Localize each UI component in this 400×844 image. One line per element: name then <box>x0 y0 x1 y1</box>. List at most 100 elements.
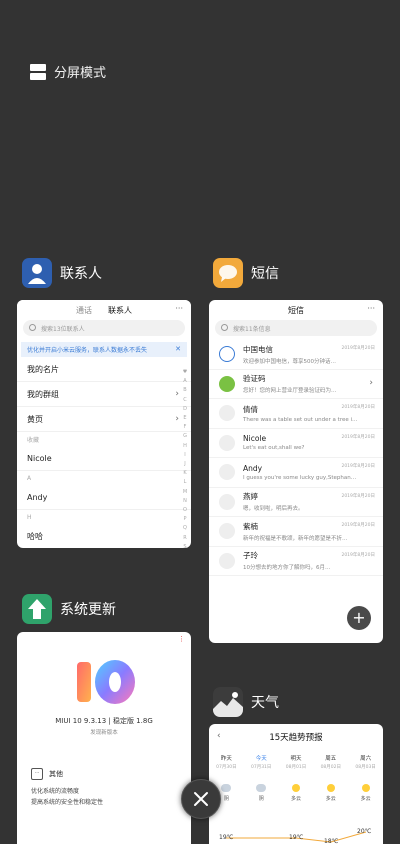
index-letter[interactable]: N <box>181 497 189 506</box>
index-letter[interactable]: ♥ <box>181 368 189 377</box>
updater-app-header[interactable]: 系统更新 <box>22 594 116 624</box>
message-item[interactable]: 紫楠 新年的祝福是不歌颂，新年的愿望是不折… 2019年8月20日 <box>209 517 383 547</box>
changelog-other: ··· 其他 <box>31 768 63 780</box>
row-yellow-pages[interactable]: 黄页 › <box>17 407 191 432</box>
message-preview: 新年的祝福是不歌颂，新年的愿望是不折… <box>243 535 348 542</box>
row-label: 我的名片 <box>27 364 59 374</box>
sms-search-input[interactable]: 搜索11条信息 <box>215 320 377 336</box>
close-icon[interactable]: ✕ <box>175 345 181 353</box>
search-placeholder: 搜索11条信息 <box>233 325 271 333</box>
tab-calls[interactable]: 通话 <box>76 305 92 316</box>
avatar <box>219 493 235 510</box>
changelog-line: 提高系统的安全性和稳定性 <box>31 799 104 806</box>
search-icon <box>29 324 36 331</box>
index-letter[interactable]: Q <box>181 524 189 533</box>
partly-cloudy-icon <box>361 784 370 792</box>
day-condition: 多云 <box>290 796 301 802</box>
message-item[interactable]: 子玲 10分想去的地方你了解你吗，6月… 2019年8月20日 <box>209 547 383 576</box>
index-letter[interactable]: J <box>181 460 189 469</box>
message-item[interactable]: Nicole Let's eat out,shall we? 2019年8月20日 <box>209 429 383 458</box>
message-item[interactable]: 倩倩 There was a table set out under a tree… <box>209 399 383 429</box>
split-screen-button[interactable]: 分屏模式 <box>30 62 106 81</box>
day-date: 08月01日 <box>285 765 307 770</box>
forecast-title: 15天趋势预报 <box>269 733 323 743</box>
index-letter[interactable]: I <box>181 451 189 460</box>
avatar <box>219 523 235 540</box>
day-date: 07月30日 <box>216 765 237 770</box>
index-letter[interactable]: D <box>181 405 189 414</box>
contacts-recent-card[interactable]: 通话 联系人 ··· 搜索13位联系人 优化并开启小米云服务，联系人数据永不丢失… <box>17 300 191 548</box>
sms-app-header[interactable]: 短信 <box>213 258 279 288</box>
more-icon[interactable]: ⋮ <box>178 635 185 643</box>
back-icon[interactable]: ‹ <box>217 731 221 741</box>
forecast-day[interactable]: 今天 07月31日阴 <box>244 754 279 802</box>
weather-recent-card[interactable]: ‹ 15天趋势预报 昨天 07月30日阴今天 07月31日阴明天 08月01日 多云 周五… <box>209 724 383 844</box>
more-icon[interactable]: ··· <box>367 304 375 313</box>
index-letter[interactable]: C <box>181 396 189 405</box>
message-preview: 欢迎参加中国电信，尊享500分钟话… <box>243 358 336 365</box>
index-letter[interactable]: O <box>181 506 189 515</box>
message-item[interactable]: 验证码 您好！您的网上营业厅登录验证码为… › <box>209 370 383 399</box>
message-preview: There was a table set out under a tree i… <box>243 416 358 423</box>
index-letter[interactable]: L <box>181 478 189 487</box>
split-screen-icon <box>30 63 46 80</box>
index-letter[interactable]: R <box>181 534 189 543</box>
close-icon <box>194 792 208 806</box>
index-letter[interactable]: B <box>181 386 189 395</box>
row-my-groups[interactable]: 我的群组 › <box>17 382 191 407</box>
compose-button[interactable]: + <box>347 606 371 630</box>
sms-title-bar: 短信 ··· <box>209 300 383 320</box>
miui-10-logo-icon <box>77 660 135 704</box>
forecast-day[interactable]: 周六 08月03日 多云 <box>348 754 383 802</box>
tab-contacts[interactable]: 联系人 <box>108 305 132 316</box>
day-condition: 阴 <box>258 796 264 802</box>
version-text: MIUI 10 9.3.13 | 稳定版 1.8G <box>55 717 153 725</box>
message-item[interactable]: 中国电信 欢迎参加中国电信，尊享500分钟话… 2019年8月20日 <box>209 340 383 370</box>
avatar <box>219 346 235 363</box>
sms-recent-card[interactable]: 短信 ··· 搜索11条信息 中国电信 欢迎参加中国电信，尊享500分钟话… 201… <box>209 300 383 643</box>
chevron-right-icon: › <box>369 377 373 388</box>
avatar <box>219 434 235 451</box>
contacts-app-name: 联系人 <box>60 266 102 282</box>
sms-title: 短信 <box>288 305 304 315</box>
alphabet-index[interactable]: ♥ABCDEFGHIJKLMNOPQRSTUVWXYZ# <box>181 368 189 548</box>
weather-app-header[interactable]: 天气 <box>213 687 279 717</box>
index-letter[interactable]: G <box>181 432 189 441</box>
contact-item[interactable]: 哈哈 <box>17 524 191 548</box>
message-time: 2019年8月20日 <box>341 405 375 410</box>
partly-cloudy-icon <box>326 784 335 792</box>
contact-item[interactable]: Andy <box>17 485 191 510</box>
index-letter[interactable]: E <box>181 414 189 423</box>
contacts-search-input[interactable]: 搜索13位联系人 <box>23 320 185 336</box>
index-letter[interactable]: H <box>181 442 189 451</box>
forecast-day[interactable]: 明天 08月01日 多云 <box>279 754 314 802</box>
index-letter[interactable]: F <box>181 423 189 432</box>
contacts-app-header[interactable]: 联系人 <box>22 258 102 288</box>
index-letter[interactable]: M <box>181 488 189 497</box>
weather-app-name: 天气 <box>251 695 279 711</box>
avatar <box>219 405 235 422</box>
clear-all-button[interactable] <box>181 779 221 819</box>
weather-app-icon <box>213 687 243 717</box>
contacts-app-icon <box>22 258 52 288</box>
more-icon[interactable]: ··· <box>175 304 183 313</box>
message-item[interactable]: 燕婷 嗯，收到啦，明后再去。 2019年8月20日 <box>209 488 383 517</box>
message-item[interactable]: Andy I guess you're some lucky guy,Stepha… <box>209 458 383 488</box>
message-time: 2019年8月20日 <box>341 523 375 528</box>
row-my-card[interactable]: 我的名片 <box>17 357 191 382</box>
contact-item[interactable]: Nicole <box>17 446 191 471</box>
forecast-day[interactable]: 周五 08月02日 多云 <box>313 754 348 802</box>
index-letter[interactable]: P <box>181 515 189 524</box>
day-date: 08月03日 <box>355 765 376 770</box>
index-letter[interactable]: S <box>181 543 189 548</box>
updater-app-icon <box>22 594 52 624</box>
split-screen-label: 分屏模式 <box>54 66 107 81</box>
updater-recent-card[interactable]: ⋮ MIUI 10 9.3.13 | 稳定版 1.8G 发现新版本 ··· 其他… <box>17 632 191 844</box>
index-letter[interactable]: A <box>181 377 189 386</box>
day-date: 08月02日 <box>320 765 342 770</box>
index-letter[interactable]: K <box>181 469 189 478</box>
cloud-banner[interactable]: 优化并开启小米云服务，联系人数据永不丢失 ✕ <box>21 342 187 357</box>
message-list: 中国电信 欢迎参加中国电信，尊享500分钟话… 2019年8月20日 验证码 您好！您的… <box>209 340 383 576</box>
avatar <box>219 464 235 481</box>
row-label: 黄页 <box>27 414 43 424</box>
